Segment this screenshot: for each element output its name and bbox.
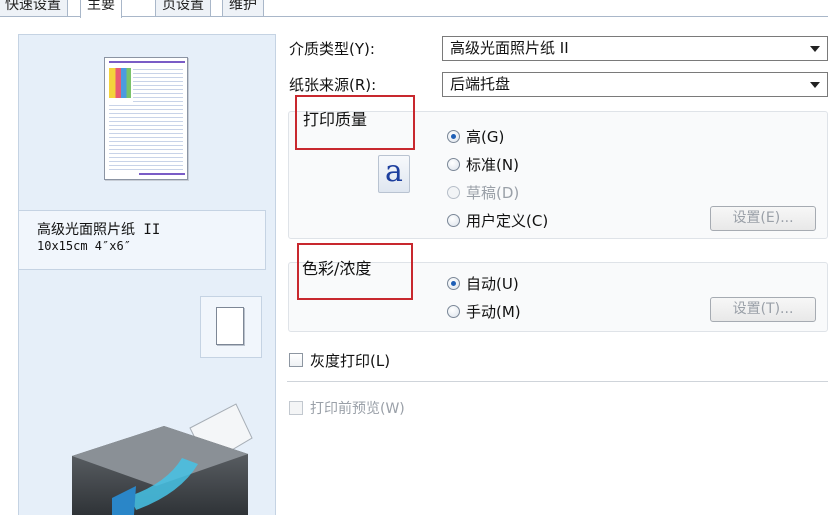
quality-settings-button: 设置(E)... xyxy=(710,206,816,231)
grayscale-checkbox[interactable] xyxy=(289,353,303,367)
quality-high-label[interactable]: 高(G) xyxy=(466,126,504,147)
print-quality-letter-icon: a xyxy=(378,155,410,193)
quality-standard-radio[interactable] xyxy=(447,158,460,171)
media-name: 高级光面照片纸 II xyxy=(37,222,161,238)
tab-quick-setup[interactable]: 快速设置 xyxy=(0,0,68,16)
printer-icon xyxy=(72,403,253,515)
portrait-page-icon xyxy=(216,307,244,345)
tab-page-setup[interactable]: 页设置 xyxy=(155,0,211,16)
color-intensity-title: 色彩/浓度 xyxy=(302,259,372,278)
media-type-select[interactable]: 高级光面照片纸 II xyxy=(442,36,828,61)
media-type-value: 高级光面照片纸 II xyxy=(450,39,569,57)
separator xyxy=(287,381,828,382)
quality-custom-radio[interactable] xyxy=(447,214,460,227)
paper-source-label: 纸张来源(R): xyxy=(289,76,377,94)
paper-source-value: 后端托盘 xyxy=(450,75,511,93)
media-info-box: 高级光面照片纸 II 10x15cm 4″x6″ xyxy=(18,210,266,270)
preview-before-print-checkbox xyxy=(289,401,303,415)
chevron-down-icon xyxy=(810,82,820,88)
media-size: 10x15cm 4″x6″ xyxy=(37,239,131,253)
preview-before-print-label: 打印前预览(W) xyxy=(310,401,405,417)
quality-draft-radio xyxy=(447,186,460,199)
color-manual-radio[interactable] xyxy=(447,305,460,318)
orientation-preview xyxy=(200,296,262,358)
color-auto-radio[interactable] xyxy=(447,277,460,290)
color-manual-label[interactable]: 手动(M) xyxy=(466,301,521,322)
media-type-label: 介质类型(Y): xyxy=(289,40,375,58)
quality-draft-label: 草稿(D) xyxy=(466,184,520,202)
grayscale-label[interactable]: 灰度打印(L) xyxy=(310,350,390,371)
print-quality-title: 打印质量 xyxy=(303,110,368,129)
paper-preview xyxy=(104,57,188,180)
quality-custom-label[interactable]: 用户定义(C) xyxy=(466,210,548,231)
tab-maintenance[interactable]: 维护 xyxy=(222,0,264,16)
tab-strip: 快速设置 主要 页设置 维护 xyxy=(0,0,828,18)
tab-main[interactable]: 主要 xyxy=(80,0,122,18)
quality-high-radio[interactable] xyxy=(447,130,460,143)
paper-source-select[interactable]: 后端托盘 xyxy=(442,72,828,97)
color-auto-label[interactable]: 自动(U) xyxy=(466,273,519,294)
quality-standard-label[interactable]: 标准(N) xyxy=(466,154,519,175)
photo-thumbnail-icon xyxy=(109,68,131,98)
color-settings-button: 设置(T)... xyxy=(710,297,816,322)
chevron-down-icon xyxy=(810,46,820,52)
